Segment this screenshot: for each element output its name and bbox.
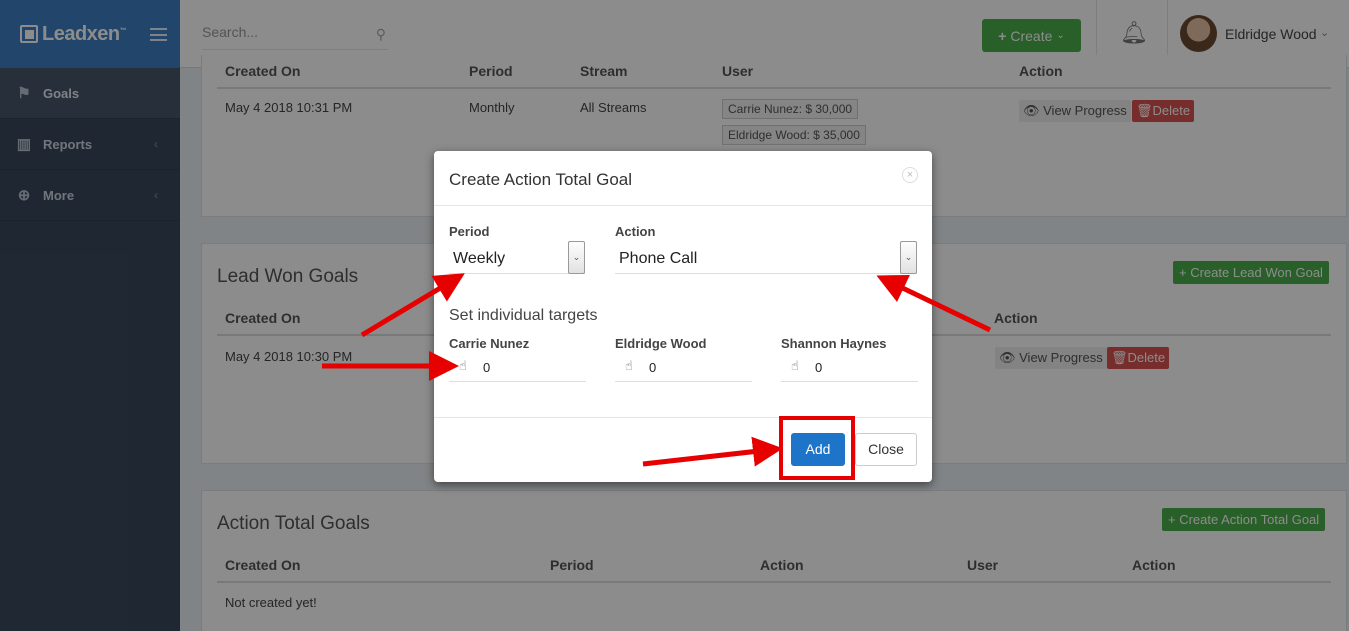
target-name: Shannon Haynes [781,336,887,351]
period-label: Period [449,224,490,239]
hand-pointer-icon: ☝︎ [625,358,633,373]
target-value: 0 [483,360,491,375]
action-label: Action [615,224,656,239]
annotation-highlight-box [779,416,855,480]
divider [434,417,932,418]
target-name: Eldridge Wood [615,336,707,351]
create-action-total-goal-modal: Create Action Total Goal × Period Weekly… [434,151,932,482]
hand-pointer-icon: ☝︎ [459,358,467,373]
action-select[interactable]: Phone Call ⌄ [615,241,917,274]
close-icon[interactable]: × [902,167,918,183]
period-select[interactable]: Weekly ⌄ [449,241,585,274]
hand-pointer-icon: ☝︎ [791,358,799,373]
close-button[interactable]: Close [855,433,917,466]
target-input-eldridge[interactable]: ☝︎ 0 [615,352,752,382]
target-value: 0 [815,360,823,375]
chevron-down-icon: ⌄ [568,241,585,274]
target-input-shannon[interactable]: ☝︎ 0 [781,352,918,382]
divider [434,205,932,206]
modal-title: Create Action Total Goal [449,170,633,189]
targets-heading: Set individual targets [449,307,598,324]
action-value: Phone Call [619,250,698,267]
target-input-carrie[interactable]: ☝︎ 0 [449,352,586,382]
target-value: 0 [649,360,657,375]
target-name: Carrie Nunez [449,336,530,351]
chevron-down-icon: ⌄ [900,241,917,274]
period-value: Weekly [453,250,506,267]
